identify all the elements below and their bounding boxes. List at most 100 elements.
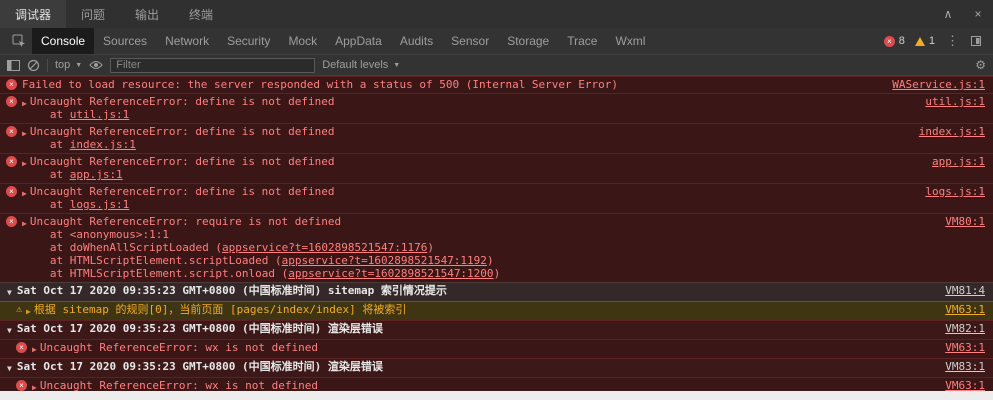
console-group-header: ▼ Sat Oct 17 2020 09:35:23 GMT+0800 (中国标准… (0, 282, 993, 301)
tab-audits[interactable]: Audits (391, 28, 442, 54)
log-levels-dropdown[interactable]: Default levels ▼ (322, 59, 400, 71)
expand-icon[interactable]: ▶ (22, 97, 27, 110)
chevron-down-icon: ▼ (393, 62, 400, 69)
tab-mock[interactable]: Mock (279, 28, 326, 54)
tab-wxml[interactable]: Wxml (606, 28, 654, 54)
tab-appdata[interactable]: AppData (326, 28, 391, 54)
expand-icon[interactable]: ▶ (22, 127, 27, 140)
error-count-badge[interactable]: × 8 (884, 28, 905, 54)
console-group-header: ▼ Sat Oct 17 2020 09:35:23 GMT+0800 (中国标准… (0, 358, 993, 377)
devtools-tabs: ConsoleSourcesNetworkSecurityMockAppData… (32, 28, 654, 54)
console-error-row: ×▶Uncaught ReferenceError: wx is not def… (0, 339, 993, 358)
settings-gear-icon[interactable]: ⚙ (975, 58, 986, 72)
tab-sources[interactable]: Sources (94, 28, 156, 54)
warning-icon (915, 37, 925, 46)
console-sidebar-icon[interactable] (7, 60, 20, 71)
message-text: Uncaught ReferenceError: define is not d… (30, 95, 916, 108)
stack-link[interactable]: util.js:1 (70, 108, 130, 121)
tab-network[interactable]: Network (156, 28, 218, 54)
stack-link[interactable]: appservice?t=1602898521547:1192 (282, 254, 487, 267)
stack-frame: at util.js:1 (30, 108, 916, 121)
filter-input[interactable] (110, 58, 315, 73)
expand-icon[interactable]: ▶ (32, 343, 37, 356)
inspect-element-icon[interactable] (6, 28, 32, 54)
stack-link[interactable]: appservice?t=1602898521547:1176 (222, 241, 427, 254)
tab-sensor[interactable]: Sensor (442, 28, 498, 54)
titlebar-tab-terminal[interactable]: 终端 (174, 0, 228, 28)
console-toolbar: top ▼ Default levels ▼ ⚙ (0, 55, 993, 76)
warning-icon: ⚠ (16, 303, 22, 316)
execution-context-value: top (55, 59, 70, 71)
error-icon: × (6, 156, 17, 167)
source-location-link[interactable]: WAService.js:1 (892, 78, 985, 91)
message-text: Uncaught ReferenceError: require is not … (30, 215, 935, 228)
error-icon: × (6, 126, 17, 137)
source-location-link[interactable]: VM80:1 (945, 215, 985, 228)
group-collapse-icon[interactable]: ▼ (7, 362, 12, 375)
message-text: Sat Oct 17 2020 09:35:23 GMT+0800 (中国标准时… (17, 360, 935, 373)
source-location-link[interactable]: app.js:1 (932, 155, 985, 168)
console-warning-row: ⚠ ▶根据 sitemap 的规则[0]，当前页面 [pages/index/in… (0, 301, 993, 320)
stack-link[interactable]: appservice?t=1602898521547:1200 (288, 267, 493, 280)
console-error-row: × ▶Uncaught ReferenceError: define is not… (0, 183, 993, 213)
error-icon: × (16, 342, 27, 353)
source-location-link[interactable]: VM83:1 (945, 360, 985, 373)
console-error-row: × Failed to load resource: the server res… (0, 76, 993, 93)
warning-count-badge[interactable]: 1 (915, 28, 935, 54)
stack-link[interactable]: app.js:1 (70, 168, 123, 181)
group-collapse-icon[interactable]: ▼ (7, 324, 12, 337)
stack-link[interactable]: logs.js:1 (70, 198, 130, 211)
error-icon: × (6, 79, 17, 90)
tab-storage[interactable]: Storage (498, 28, 558, 54)
expand-icon[interactable]: ▶ (26, 305, 31, 318)
stack-frame: at <anonymous>:1:1 (30, 228, 935, 241)
console-group-header: ▼Sat Oct 17 2020 09:35:23 GMT+0800 (中国标准… (0, 320, 993, 339)
stack-frame: at index.js:1 (30, 138, 909, 151)
source-location-link[interactable]: VM63:1 (945, 303, 985, 316)
stack-frame: at HTMLScriptElement.scriptLoaded (appse… (30, 254, 935, 267)
console-error-row: ×▶Uncaught ReferenceError: define is not… (0, 93, 993, 123)
message-text: Uncaught ReferenceError: define is not d… (30, 185, 916, 198)
message-text: Uncaught ReferenceError: wx is not defin… (40, 379, 935, 391)
close-icon[interactable]: × (963, 0, 993, 28)
warning-count: 1 (929, 35, 935, 47)
tab-console[interactable]: Console (32, 28, 94, 54)
console-messages: × Failed to load resource: the server res… (0, 76, 993, 391)
console-error-row: ×▶Uncaught ReferenceError: require is no… (0, 213, 993, 282)
group-collapse-icon[interactable]: ▼ (7, 286, 12, 299)
titlebar-tab-issues[interactable]: 问题 (66, 0, 120, 28)
message-text: 根据 sitemap 的规则[0]，当前页面 [pages/index/inde… (34, 303, 935, 316)
source-location-link[interactable]: VM81:4 (945, 284, 985, 297)
stack-link[interactable]: index.js:1 (70, 138, 136, 151)
stack-frame: at logs.js:1 (30, 198, 916, 211)
error-icon: × (16, 380, 27, 391)
titlebar-tab-output[interactable]: 输出 (120, 0, 174, 28)
source-location-link[interactable]: VM82:1 (945, 322, 985, 335)
message-text: Uncaught ReferenceError: define is not d… (30, 125, 909, 138)
clear-console-icon[interactable] (27, 59, 40, 72)
message-text: Failed to load resource: the server resp… (22, 78, 882, 91)
tab-trace[interactable]: Trace (558, 28, 606, 54)
log-levels-label: Default levels (322, 59, 388, 71)
source-location-link[interactable]: logs.js:1 (925, 185, 985, 198)
message-text: Sat Oct 17 2020 09:35:23 GMT+0800 (中国标准时… (17, 284, 935, 297)
source-location-link[interactable]: VM63:1 (945, 341, 985, 354)
more-options-icon[interactable]: ⋮ (946, 28, 959, 54)
live-expression-eye-icon[interactable] (89, 60, 103, 70)
message-text: Uncaught ReferenceError: define is not d… (30, 155, 922, 168)
stack-frame: at doWhenAllScriptLoaded (appservice?t=1… (30, 241, 935, 254)
titlebar-tab-debugger[interactable]: 调试器 (0, 0, 66, 28)
source-location-link[interactable]: util.js:1 (925, 95, 985, 108)
error-icon: × (6, 186, 17, 197)
expand-icon[interactable]: ▶ (32, 381, 37, 391)
error-count: 8 (899, 35, 905, 47)
expand-icon[interactable]: ▶ (22, 217, 27, 230)
execution-context-dropdown[interactable]: top ▼ (55, 59, 82, 71)
dock-side-icon[interactable] (970, 28, 982, 54)
expand-icon[interactable]: ▶ (22, 187, 27, 200)
source-location-link[interactable]: index.js:1 (919, 125, 985, 138)
expand-icon[interactable]: ▶ (22, 157, 27, 170)
tab-security[interactable]: Security (218, 28, 279, 54)
source-location-link[interactable]: VM63:1 (945, 379, 985, 391)
collapse-icon[interactable]: ∧ (933, 0, 963, 28)
